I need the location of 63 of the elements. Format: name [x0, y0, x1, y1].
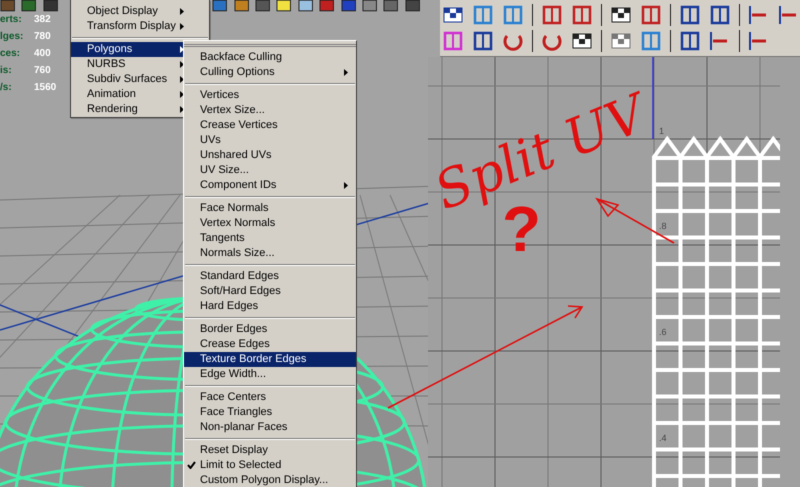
- submenu-arrow-icon: [180, 76, 184, 83]
- stat-label: /s:: [0, 81, 13, 95]
- stat-label: erts:: [0, 13, 23, 27]
- menu-item[interactable]: Transform Display: [71, 19, 209, 34]
- submenu-arrow-icon: [180, 106, 184, 113]
- menu-item[interactable]: Vertex Normals: [184, 216, 356, 231]
- handwritten-question-mark: ?: [502, 197, 542, 261]
- menu-item[interactable]: Custom Polygon Display...: [184, 473, 356, 487]
- menu-item[interactable]: Standard Edges: [184, 269, 356, 284]
- submenu-arrow-icon: [180, 23, 184, 30]
- menu-item[interactable]: Unshared UVs: [184, 148, 356, 163]
- axis-label: .6: [658, 328, 668, 337]
- stat-label: is:: [0, 64, 13, 78]
- toolbar-icon[interactable]: [42, 0, 58, 12]
- menu-item[interactable]: Vertices: [184, 88, 356, 103]
- menu-item[interactable]: Limit to Selected: [184, 458, 356, 473]
- menu-item[interactable]: Reset Display: [184, 443, 356, 458]
- toolbar-icon[interactable]: [319, 0, 335, 12]
- menu-item[interactable]: Face Centers: [184, 390, 356, 405]
- menu-item[interactable]: Component IDs: [184, 178, 356, 193]
- toolbar-icon[interactable]: [276, 0, 292, 12]
- menu-item[interactable]: Crease Vertices: [184, 118, 356, 133]
- stat-label: lges:: [0, 30, 24, 44]
- toolbar-icon[interactable]: [404, 0, 420, 12]
- menu-item[interactable]: Texture Border Edges: [184, 352, 356, 367]
- axis-label: .4: [658, 434, 668, 443]
- menu-item[interactable]: Non-planar Faces: [184, 420, 356, 435]
- stat-value: 780: [34, 30, 51, 44]
- toolbar-icon[interactable]: [298, 0, 314, 12]
- menu-item[interactable]: Soft/Hard Edges: [184, 284, 356, 299]
- submenu-arrow-icon: [180, 91, 184, 98]
- toolbar-icon[interactable]: [0, 0, 16, 12]
- axis-label: 1: [658, 127, 666, 136]
- menu-item[interactable]: Normals Size...: [184, 246, 356, 261]
- menu-item[interactable]: Crease Edges: [184, 337, 356, 352]
- stat-label: ces:: [0, 47, 22, 61]
- menu-item[interactable]: Tangents: [184, 231, 356, 246]
- submenu-arrow-icon: [344, 69, 348, 76]
- toolbar-icon[interactable]: [340, 0, 356, 12]
- stat-value: 400: [34, 47, 51, 61]
- menu-item[interactable]: Culling Options: [184, 65, 356, 80]
- menu-item[interactable]: UV Size...: [184, 163, 356, 178]
- menu-item[interactable]: Hard Edges: [184, 299, 356, 314]
- menu-item[interactable]: UVs: [184, 133, 356, 148]
- submenu-arrow-icon: [180, 61, 184, 68]
- menu-item[interactable]: Object Display: [71, 4, 209, 19]
- menu-item[interactable]: Face Triangles: [184, 405, 356, 420]
- submenu-arrow-icon: [180, 8, 184, 15]
- toolbar-icon[interactable]: [212, 0, 228, 12]
- submenu-arrow-icon: [344, 182, 348, 189]
- stat-value: 382: [34, 13, 51, 27]
- toolbar-icon[interactable]: [21, 0, 37, 12]
- toolbar-icon[interactable]: [255, 0, 270, 12]
- toolbar-icon[interactable]: [383, 0, 399, 12]
- toolbar-icon[interactable]: [362, 0, 378, 12]
- menu-item[interactable]: Face Normals: [184, 201, 356, 216]
- menu-item[interactable]: Edge Width...: [184, 367, 356, 382]
- menu-item[interactable]: Vertex Size...: [184, 103, 356, 118]
- menu-item[interactable]: Border Edges: [184, 322, 356, 337]
- stat-value: 760: [34, 64, 51, 78]
- axis-label: .8: [658, 222, 668, 231]
- toolbar-icon[interactable]: [234, 0, 250, 12]
- stat-value: 1560: [34, 81, 56, 95]
